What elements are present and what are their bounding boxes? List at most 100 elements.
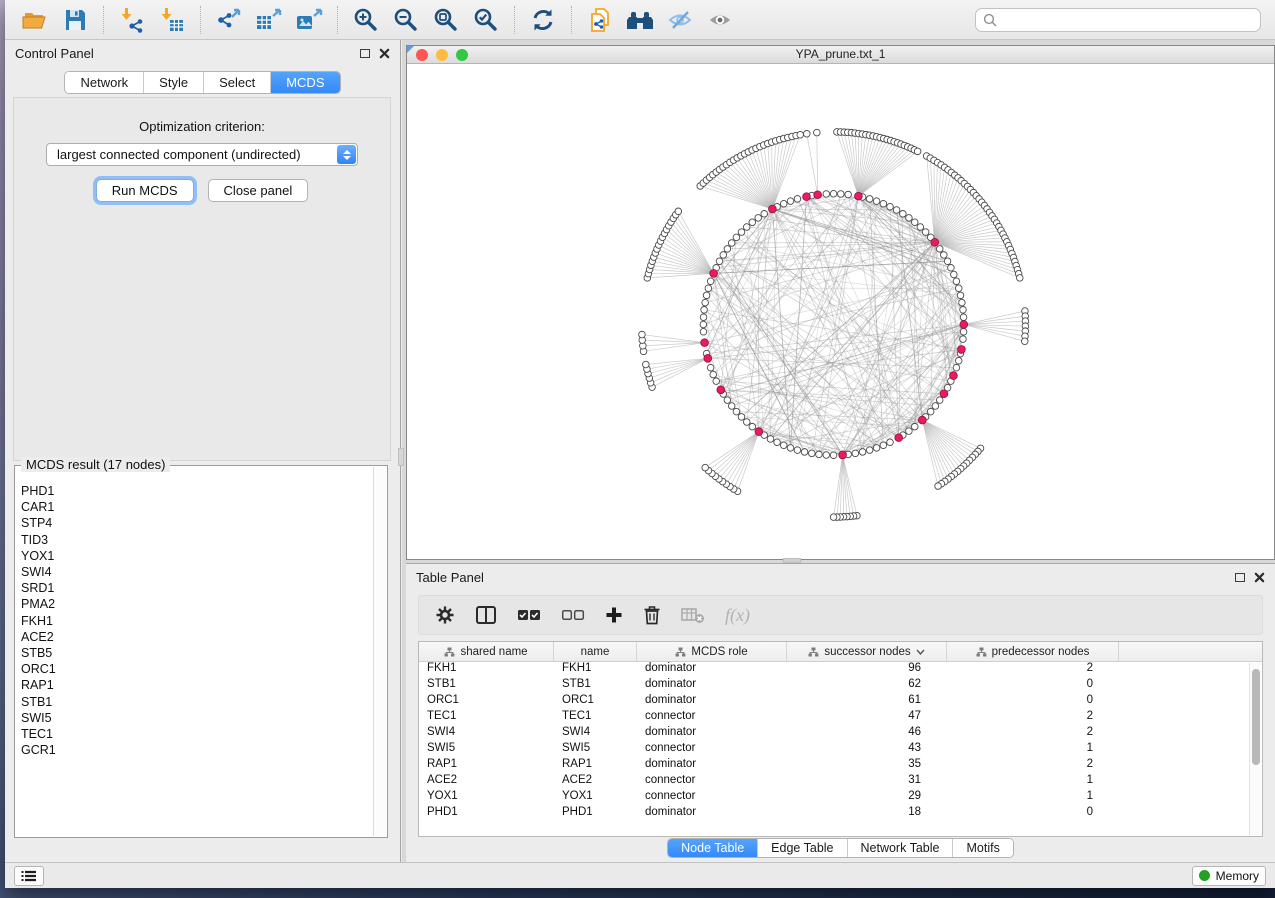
tab-network-table[interactable]: Network Table [847,839,953,857]
table-scrollbar-thumb[interactable] [1252,669,1260,765]
table-row[interactable]: ORC1ORC1dominator610 [419,694,1262,710]
duplicate-network-button[interactable] [580,4,620,36]
mcds-result-item[interactable]: PHD1 [21,483,373,499]
mcds-result-item[interactable]: STB1 [21,694,373,710]
table-scrollbar[interactable] [1249,663,1261,835]
cell-predecessor-nodes: 2 [947,710,1119,726]
vertical-splitter-handle[interactable] [398,448,404,466]
mcds-result-item[interactable]: PMA2 [21,596,373,612]
cell-shared-name: PHD1 [419,806,554,822]
hide-selected-button[interactable] [660,4,700,36]
mcds-result-scrollbar[interactable] [373,467,386,836]
function-builder-button[interactable]: f(x) [725,605,750,626]
show-all-button[interactable] [700,4,740,36]
tab-edge-table[interactable]: Edge Table [757,839,846,857]
add-row-button[interactable] [605,606,623,624]
cell-successor-nodes: 31 [787,774,947,790]
delete-table-icon [681,606,705,624]
toolbar-separator [200,6,201,34]
refresh-button[interactable] [523,4,563,36]
tab-select[interactable]: Select [203,72,270,93]
mcds-result-item[interactable]: SWI5 [21,710,373,726]
column-header-MCDS-role[interactable]: MCDS role [637,642,787,661]
delete-table-button[interactable] [681,606,705,624]
delete-row-button[interactable] [643,605,661,625]
tab-node-table[interactable]: Node Table [668,839,757,857]
zoom-fit-button[interactable] [426,4,466,36]
save-session-button[interactable] [55,4,95,36]
import-network-button[interactable] [112,4,152,36]
column-type-icon [444,647,455,657]
deselect-all-button[interactable] [561,607,585,623]
column-header-name[interactable]: name [554,642,637,661]
show-columns-button[interactable] [475,605,497,625]
mcds-result-item[interactable]: RAP1 [21,677,373,693]
mcds-result-item[interactable]: YOX1 [21,548,373,564]
task-history-button[interactable] [14,866,44,886]
mcds-result-item[interactable]: CAR1 [21,499,373,515]
tab-motifs[interactable]: Motifs [952,839,1012,857]
mcds-result-item[interactable]: TEC1 [21,726,373,742]
eye-slash-icon [666,8,694,32]
float-panel-icon[interactable] [1235,573,1245,582]
cell-shared-name: SWI4 [419,726,554,742]
cell-MCDS-role: dominator [637,694,787,710]
search-input[interactable] [1002,13,1253,27]
mcds-result-item[interactable]: ORC1 [21,661,373,677]
select-all-button[interactable] [517,607,541,623]
close-panel-icon[interactable] [379,48,390,59]
mcds-result-item[interactable]: SWI4 [21,564,373,580]
column-header-label: name [581,646,610,658]
column-header-shared-name[interactable]: shared name [419,642,554,661]
table-row[interactable]: STB1STB1dominator620 [419,678,1262,694]
table-row[interactable]: PHD1PHD1dominator180 [419,806,1262,822]
close-panel-button[interactable]: Close panel [208,179,309,202]
tab-mcds[interactable]: MCDS [270,72,339,93]
cell-shared-name: SWI5 [419,742,554,758]
mcds-result-item[interactable]: FKH1 [21,613,373,629]
tab-network[interactable]: Network [65,72,143,93]
table-panel: Table Panel [406,563,1275,862]
memory-button[interactable]: Memory [1192,866,1266,886]
tab-style[interactable]: Style [143,72,203,93]
export-image-button[interactable] [289,4,329,36]
column-settings-button[interactable] [435,605,455,625]
zoom-in-button[interactable] [346,4,386,36]
zoom-selected-button[interactable] [466,4,506,36]
column-header-filler [1119,642,1262,661]
table-row[interactable]: SWI5SWI5connector431 [419,742,1262,758]
find-network-button[interactable] [620,4,660,36]
network-canvas[interactable] [407,64,1274,559]
optimization-criterion-select[interactable]: largest connected component (undirected) [46,143,358,166]
float-panel-icon[interactable] [360,49,370,58]
run-mcds-button[interactable]: Run MCDS [96,179,194,202]
memory-status-icon [1199,870,1210,881]
cell-shared-name: YOX1 [419,790,554,806]
column-header-successor-nodes[interactable]: successor nodes [787,642,947,661]
mcds-result-item[interactable]: STB5 [21,645,373,661]
column-type-icon [675,647,686,657]
close-panel-icon[interactable] [1254,572,1265,583]
column-header-label: predecessor nodes [992,646,1090,658]
mcds-result-item[interactable]: TID3 [21,532,373,548]
mcds-result-item[interactable]: ACE2 [21,629,373,645]
open-file-button[interactable] [15,4,55,36]
table-row[interactable]: FKH1FKH1dominator962 [419,662,1262,678]
column-header-predecessor-nodes[interactable]: predecessor nodes [947,642,1119,661]
export-network-button[interactable] [209,4,249,36]
import-table-button[interactable] [152,4,192,36]
mcds-result-item[interactable]: GCR1 [21,742,373,758]
cell-MCDS-role: dominator [637,806,787,822]
table-row[interactable]: ACE2ACE2connector311 [419,774,1262,790]
table-panel-titlebar: Table Panel [406,564,1275,591]
table-row[interactable]: YOX1YOX1connector291 [419,790,1262,806]
table-row[interactable]: SWI4SWI4dominator462 [419,726,1262,742]
export-table-button[interactable] [249,4,289,36]
toolbar-separator [103,6,104,34]
zoom-out-button[interactable] [386,4,426,36]
table-row[interactable]: TEC1TEC1connector472 [419,710,1262,726]
table-row[interactable]: RAP1RAP1dominator352 [419,758,1262,774]
network-search-box [975,8,1261,32]
mcds-result-item[interactable]: SRD1 [21,580,373,596]
mcds-result-item[interactable]: STP4 [21,515,373,531]
